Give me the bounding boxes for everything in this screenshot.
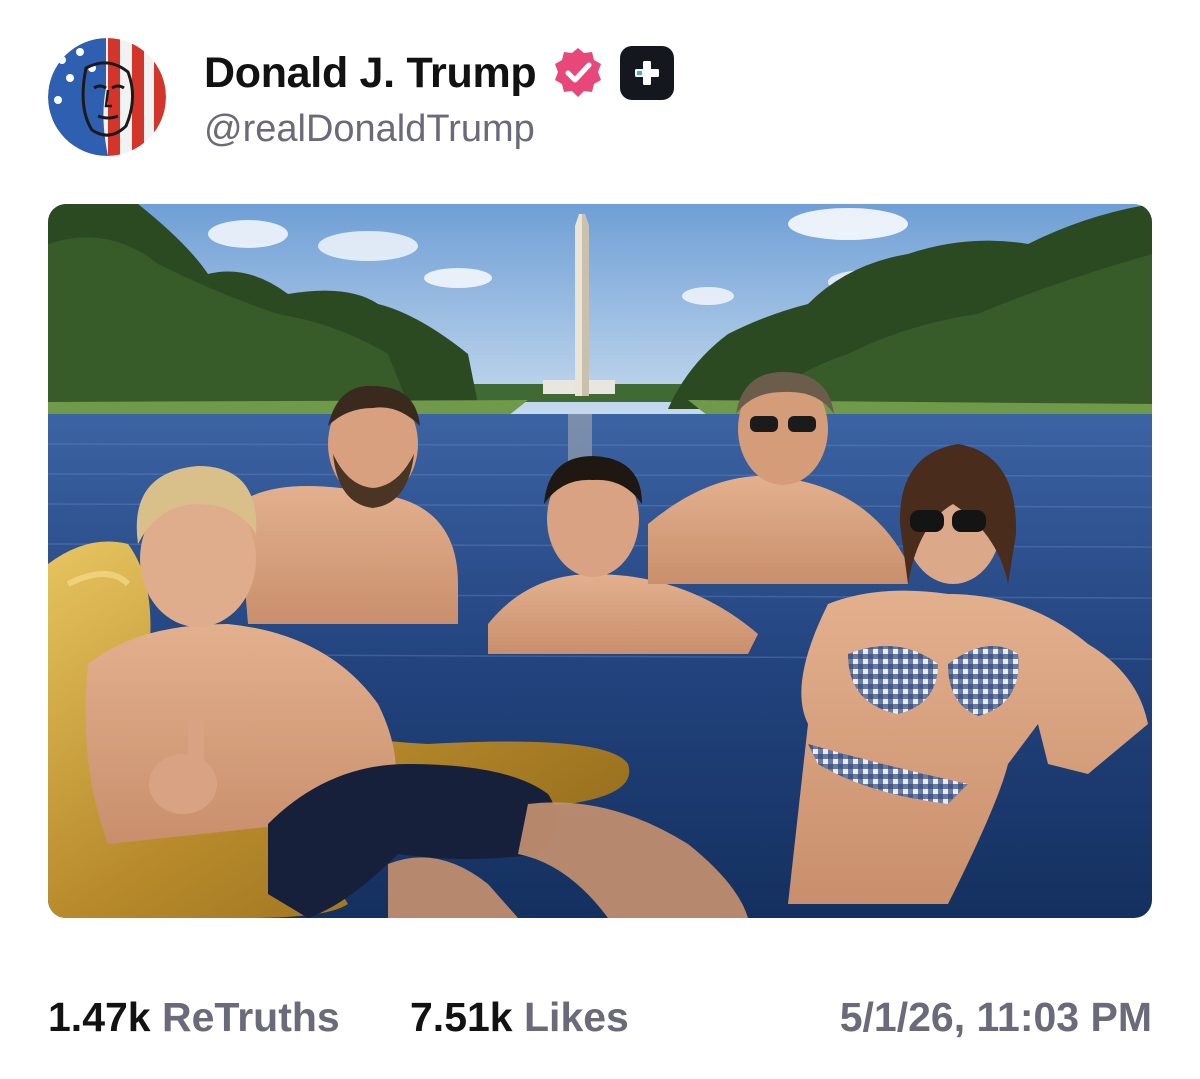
post-footer: 1.47k ReTruths 7.51k Likes 5/1/26, 11:03… bbox=[48, 994, 1152, 1044]
likes-label: Likes bbox=[524, 994, 629, 1040]
author-name-row: Donald J. Trump bbox=[204, 40, 675, 106]
author-display-name[interactable]: Donald J. Trump bbox=[204, 49, 537, 98]
truth-plus-icon bbox=[620, 46, 675, 100]
likes-count: 7.51k bbox=[410, 994, 513, 1040]
retruths-label: ReTruths bbox=[162, 994, 340, 1040]
reflecting-pool-photo bbox=[48, 204, 1152, 918]
flag-portrait-avatar-icon bbox=[48, 38, 166, 156]
retruths-stat[interactable]: 1.47k ReTruths bbox=[48, 994, 340, 1041]
truth-post: Donald J. Trump @realDonaldTrump 1.47k R… bbox=[0, 0, 1200, 1079]
post-image[interactable] bbox=[48, 204, 1152, 918]
author-handle[interactable]: @realDonaldTrump bbox=[204, 108, 535, 151]
likes-stat[interactable]: 7.51k Likes bbox=[410, 994, 629, 1041]
retruths-count: 1.47k bbox=[48, 994, 151, 1040]
post-timestamp[interactable]: 5/1/26, 11:03 PM bbox=[840, 994, 1152, 1041]
verified-check-icon bbox=[550, 45, 606, 101]
author-avatar[interactable] bbox=[48, 38, 166, 156]
